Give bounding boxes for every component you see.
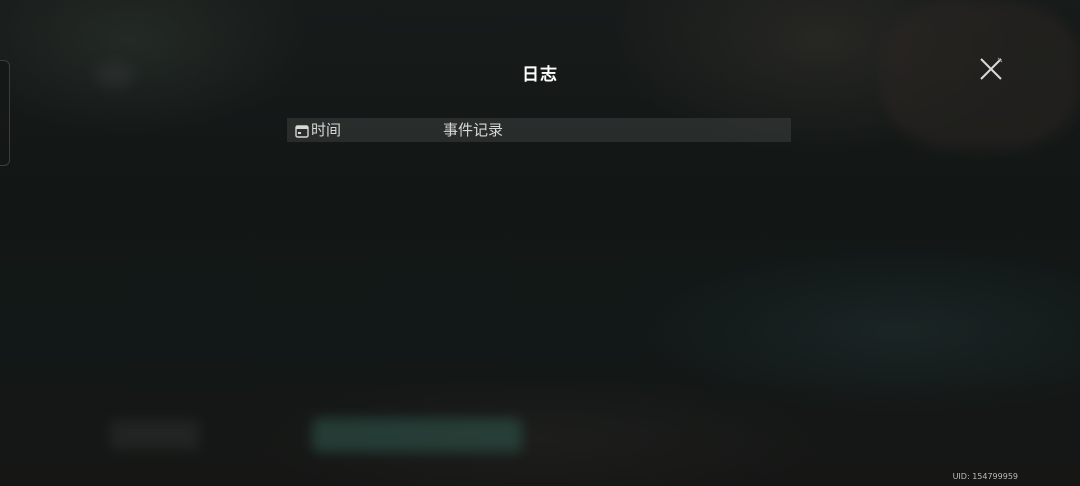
uid-label: UID: 154799959 xyxy=(952,472,1018,481)
calendar-icon xyxy=(295,123,309,138)
close-button[interactable] xyxy=(976,54,1006,84)
column-label-time: 时间 xyxy=(311,121,342,139)
column-header-event: 事件记录 xyxy=(443,118,503,142)
close-icon xyxy=(980,57,1003,80)
log-table-header: 时间 事件记录 xyxy=(287,118,791,142)
column-header-time: 时间 xyxy=(287,118,443,142)
background-blurred-button xyxy=(110,420,200,450)
background-blurred-button xyxy=(312,418,522,452)
column-label-event: 事件记录 xyxy=(443,121,504,139)
log-screen: 日志 时间 事件记录 UID: 154799959 xyxy=(0,0,1080,486)
page-title: 日志 xyxy=(522,65,558,85)
